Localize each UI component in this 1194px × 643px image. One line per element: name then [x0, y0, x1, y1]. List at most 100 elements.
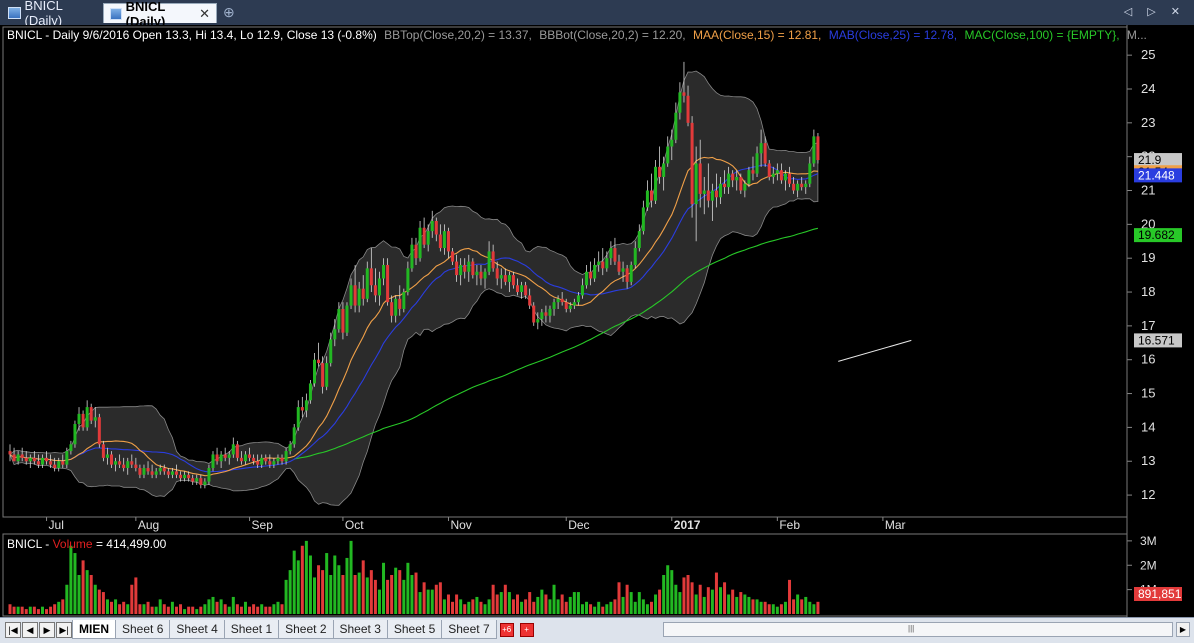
candle-body: [97, 417, 101, 445]
volume-bar: [373, 579, 377, 614]
volume-bar: [179, 604, 183, 614]
volume-bar: [69, 545, 73, 614]
candle-body: [520, 285, 524, 293]
volume-bar: [16, 606, 20, 614]
candle-body: [256, 461, 260, 465]
volume-bar: [544, 594, 548, 614]
volume-bar: [503, 584, 507, 614]
volume-bar: [138, 604, 142, 614]
close-tab-icon[interactable]: ✕: [199, 6, 210, 22]
sheet-tab-2[interactable]: Sheet 2: [278, 620, 334, 639]
prev-sheet-button[interactable]: ◀: [22, 622, 38, 638]
sheet-tab-3[interactable]: Sheet 3: [332, 620, 388, 639]
candle-body: [215, 454, 219, 462]
volume-bar: [248, 606, 252, 614]
mac-tag-text: 19.682: [1138, 228, 1175, 242]
candle-body: [666, 146, 670, 164]
volume-bar: [613, 599, 617, 614]
volume-bar: [122, 601, 126, 614]
volume-bar: [280, 604, 284, 614]
volume-bar: [556, 599, 560, 614]
price-tick-label: 18: [1141, 284, 1155, 299]
volume-bar: [105, 599, 109, 614]
candle-body: [658, 166, 662, 177]
candle-body: [463, 264, 467, 272]
candle-body: [479, 271, 483, 279]
candle-body: [414, 244, 418, 259]
volume-bar: [516, 594, 519, 614]
candle-body: [264, 457, 268, 462]
volume-bar: [442, 599, 446, 614]
candle-body: [483, 271, 487, 279]
volume-header: BNICL - Volume = 414,499.00: [7, 537, 167, 551]
candle-body: [162, 468, 166, 472]
candle-body: [491, 251, 495, 269]
volume-bar: [272, 604, 276, 614]
volume-bar: [751, 599, 755, 614]
volume-bar: [714, 572, 718, 614]
candle-body: [674, 112, 678, 140]
window-nav-icons[interactable]: ◁ ▷ ✕: [1124, 5, 1186, 18]
price-tick-label: 12: [1141, 487, 1155, 502]
candle-body: [329, 339, 333, 364]
sheet-tab-7[interactable]: Sheet 7: [441, 620, 497, 639]
volume-bar: [45, 609, 49, 614]
volume-bar: [528, 592, 532, 614]
volume-bar: [317, 565, 321, 614]
candle-body: [77, 413, 81, 425]
price-header: BNICL - Daily 9/6/2016 Open 13.3, Hi 13.…: [7, 28, 1147, 42]
candle-body: [32, 457, 36, 462]
scroll-grip-icon[interactable]: |||: [908, 624, 914, 633]
volume-bar: [479, 601, 483, 614]
candle-body: [12, 454, 16, 462]
candle-body: [45, 457, 49, 462]
candle-body: [511, 275, 515, 286]
volume-bar: [369, 570, 373, 614]
volume-bar: [719, 587, 722, 614]
volume-bar: [61, 599, 65, 614]
last-sheet-button[interactable]: ▶|: [56, 622, 72, 638]
sheet-tab-4[interactable]: Sheet 4: [169, 620, 225, 639]
candle-body: [390, 302, 394, 316]
candle-body: [418, 227, 422, 259]
volume-bar: [292, 550, 296, 614]
candle-body: [227, 454, 231, 458]
candle-body: [122, 464, 126, 469]
candle-body: [783, 173, 787, 181]
candle-body: [698, 163, 702, 194]
volume-bar: [166, 606, 170, 614]
candle-body: [154, 471, 158, 475]
volume-bar: [491, 584, 495, 614]
sheet-nav: |◀ ◀ ▶ ▶|: [5, 622, 72, 638]
sheet-tab-mien[interactable]: MIEN: [72, 620, 116, 639]
volume-bar: [110, 601, 113, 614]
candle-body: [735, 176, 739, 181]
volume-bar: [377, 589, 381, 614]
volume-bar: [382, 562, 386, 614]
candle-body: [191, 478, 195, 482]
chart-canvas[interactable]: 1213141516171819202122232425 JulAugSepOc…: [0, 25, 1194, 617]
candle-body: [706, 190, 710, 201]
volume-bar: [158, 599, 162, 614]
horizontal-scrollbar[interactable]: |||: [663, 622, 1173, 637]
scroll-right-button[interactable]: ▶: [1176, 622, 1190, 637]
candle-body: [507, 275, 511, 282]
new-tab-icon[interactable]: ⊕: [223, 4, 235, 21]
candle-body: [292, 427, 296, 445]
candle-body: [349, 285, 353, 306]
sheet-tab-5[interactable]: Sheet 5: [386, 620, 443, 639]
next-sheet-button[interactable]: ▶: [39, 622, 55, 638]
tab-bnicl-daily-2[interactable]: BNICL (Daily) ✕: [103, 0, 217, 29]
sheet-tab-1[interactable]: Sheet 1: [223, 620, 280, 639]
first-sheet-button[interactable]: |◀: [5, 622, 21, 638]
tab-bnicl-daily-1[interactable]: BNICL (Daily): [2, 0, 100, 28]
lock-icon[interactable]: +6: [499, 623, 514, 637]
candle-body: [284, 451, 288, 462]
time-tick-label: Sep: [252, 518, 274, 532]
sheet-tab-6[interactable]: Sheet 6: [115, 620, 171, 639]
volume-bar: [727, 594, 731, 614]
candle-body: [61, 461, 65, 465]
chart-window-icon: [110, 7, 122, 20]
lock-add-icon[interactable]: +: [519, 623, 534, 637]
volume-bar: [560, 594, 564, 614]
